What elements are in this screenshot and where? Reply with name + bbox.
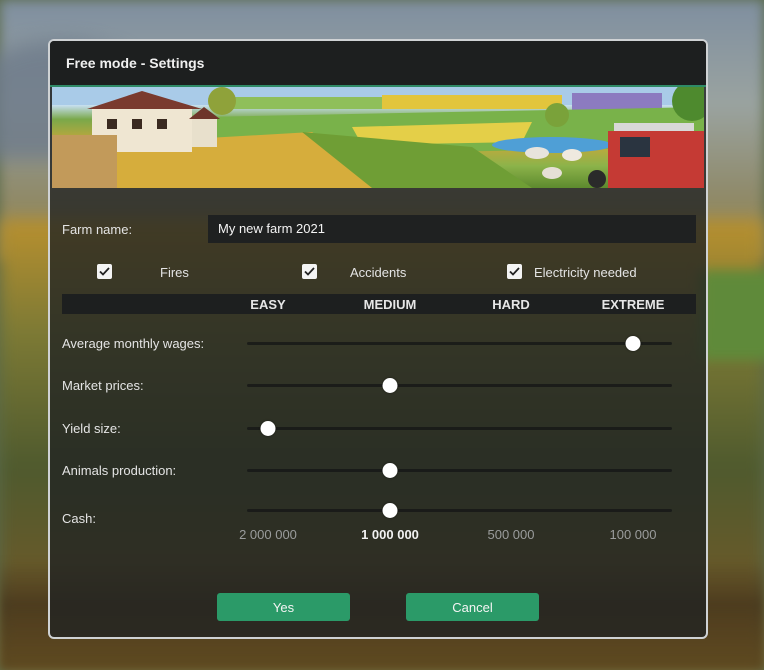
yield-size-slider-thumb[interactable] xyxy=(260,421,276,436)
farm-name-row: Farm name: My new farm 2021 xyxy=(62,215,696,243)
yield-size-label: Yield size: xyxy=(62,421,121,436)
farm-banner-image xyxy=(52,87,704,188)
animals-production-label: Animals production: xyxy=(62,463,177,478)
cash-label: Cash: xyxy=(62,511,96,526)
check-icon xyxy=(99,267,110,276)
animals-production-slider-track[interactable] xyxy=(247,469,672,472)
cash-slider-thumb[interactable] xyxy=(382,503,398,518)
yes-button[interactable]: Yes xyxy=(217,593,350,621)
cash-slider-row: Cash: xyxy=(62,499,702,526)
options-checkboxes: Fires Accidents Electricity needed xyxy=(50,261,706,283)
wages-slider-thumb[interactable] xyxy=(625,336,641,351)
check-icon xyxy=(304,267,315,276)
cancel-button[interactable]: Cancel xyxy=(406,593,539,621)
fires-label: Fires xyxy=(160,265,189,280)
accidents-checkbox[interactable] xyxy=(302,264,317,279)
yield-size-slider-row: Yield size: xyxy=(62,417,702,439)
fires-checkbox[interactable] xyxy=(97,264,112,279)
cash-value-label: 2 000 000 xyxy=(239,527,297,542)
wages-slider-track[interactable] xyxy=(247,342,672,345)
difficulty-extreme: EXTREME xyxy=(601,297,665,312)
difficulty-hard: HARD xyxy=(492,297,530,312)
market-prices-slider-track[interactable] xyxy=(247,384,672,387)
farm-name-input[interactable]: My new farm 2021 xyxy=(208,215,696,243)
cash-value-label: 1 000 000 xyxy=(361,527,419,542)
difficulty-header: EASY MEDIUM HARD EXTREME xyxy=(62,294,696,314)
market-prices-label: Market prices: xyxy=(62,378,144,393)
difficulty-medium: MEDIUM xyxy=(363,297,417,312)
animals-production-slider-row: Animals production: xyxy=(62,459,702,481)
electricity-checkbox[interactable] xyxy=(507,264,522,279)
wages-label: Average monthly wages: xyxy=(62,336,205,351)
market-prices-slider-thumb[interactable] xyxy=(382,378,398,393)
dialog-title: Free mode - Settings xyxy=(50,41,706,87)
cash-value-label: 500 000 xyxy=(487,527,535,542)
cash-value-label: 100 000 xyxy=(609,527,657,542)
check-icon xyxy=(509,267,520,276)
accidents-label: Accidents xyxy=(350,265,407,280)
electricity-label: Electricity needed xyxy=(534,265,637,280)
difficulty-easy: EASY xyxy=(250,297,286,312)
settings-dialog: Free mode - Settings Farm name: My new f… xyxy=(48,39,708,639)
farm-name-label: Farm name: xyxy=(62,221,133,237)
cash-value-labels: 2 000 000 1 000 000 500 000 100 000 xyxy=(50,527,706,545)
wages-slider-row: Average monthly wages: xyxy=(62,332,702,354)
animals-production-slider-thumb[interactable] xyxy=(382,463,398,478)
market-prices-slider-row: Market prices: xyxy=(62,374,702,396)
cash-slider-track[interactable] xyxy=(247,509,672,512)
yield-size-slider-track[interactable] xyxy=(247,427,672,430)
